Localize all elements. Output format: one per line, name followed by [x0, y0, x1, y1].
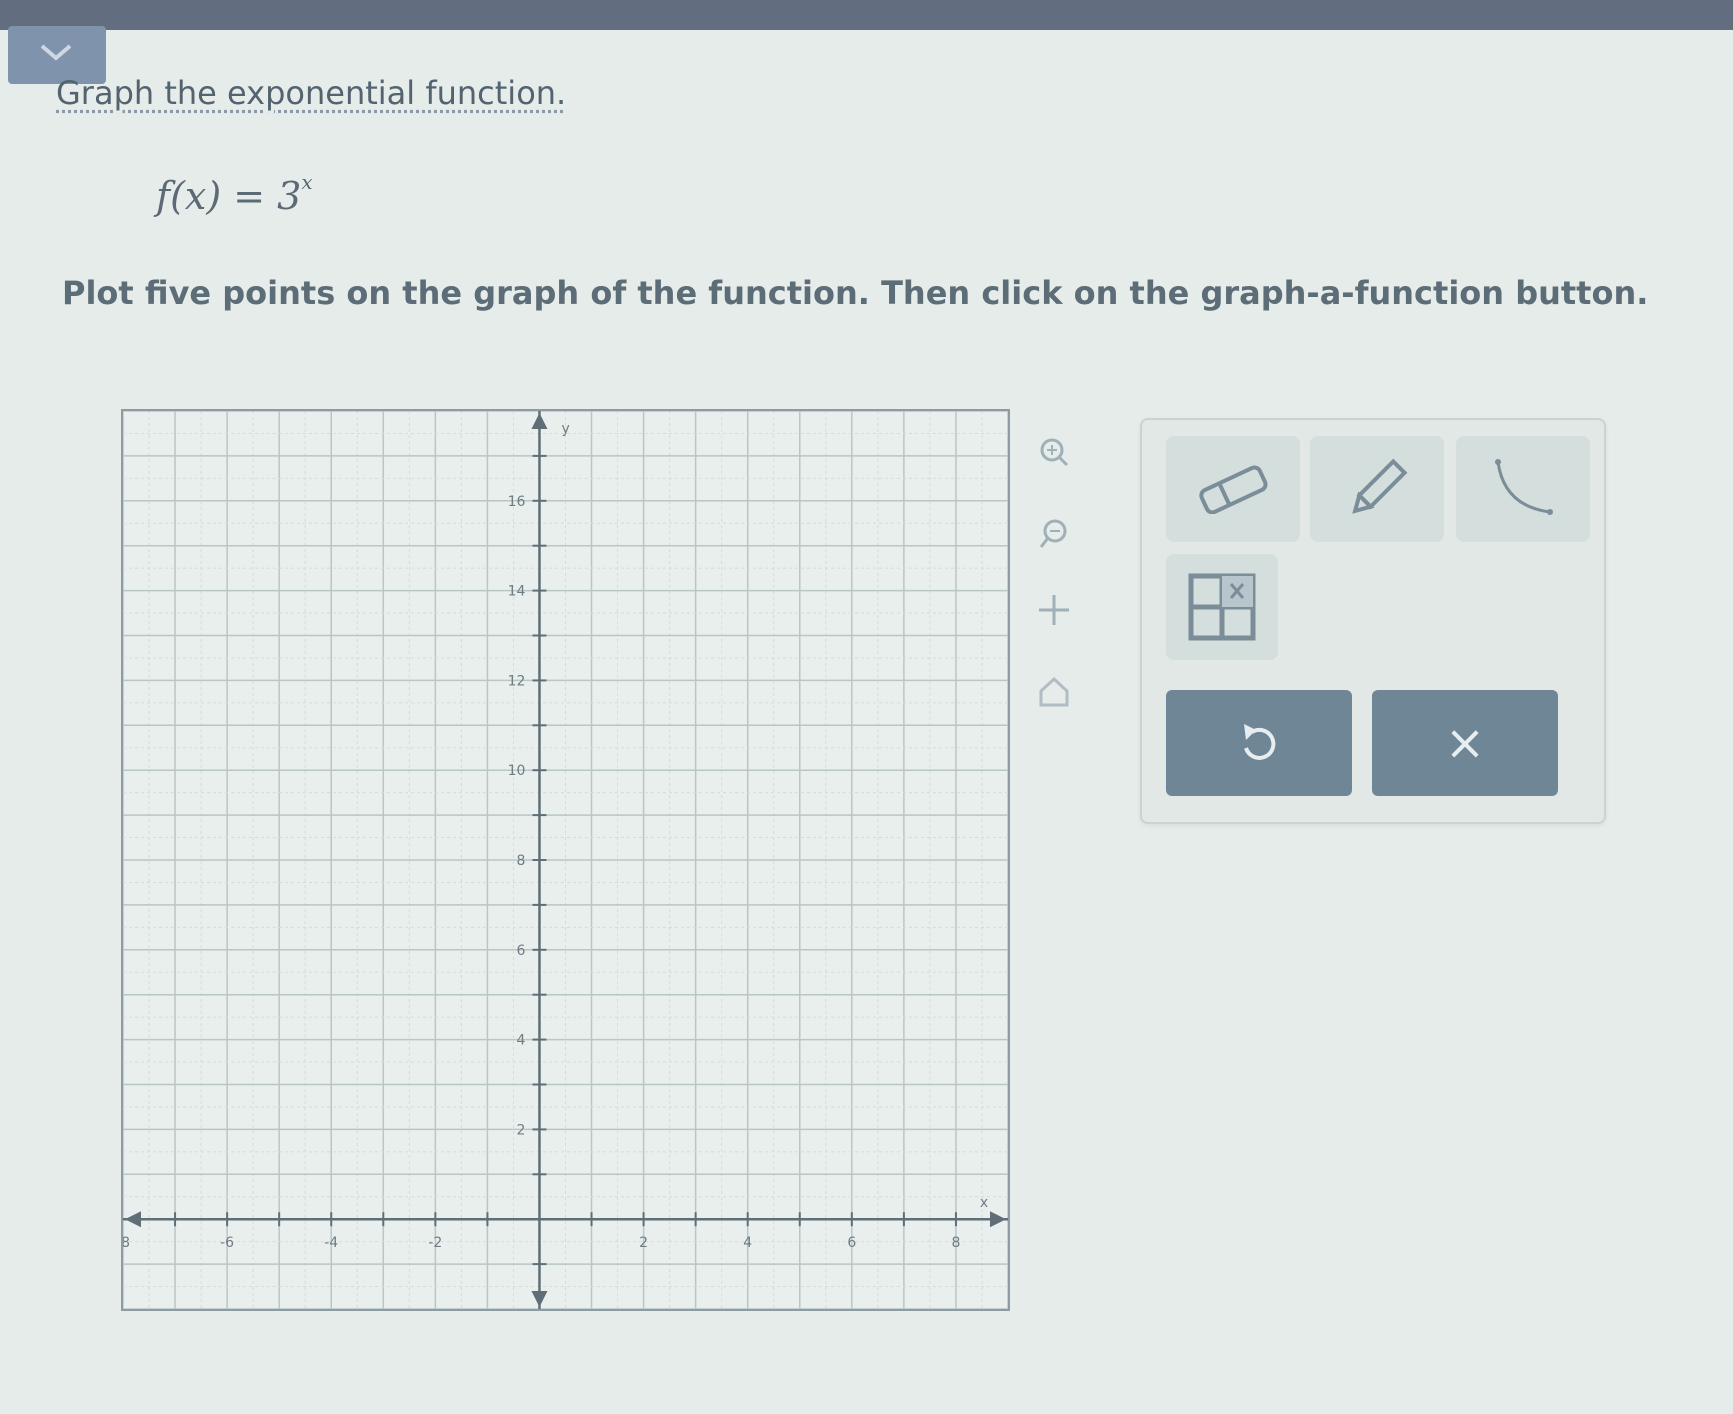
graph-function-button[interactable] — [1456, 436, 1590, 542]
pencil-tool-button[interactable] — [1310, 436, 1444, 542]
x-tick-label: 6 — [847, 1235, 856, 1251]
x-tick-label: -4 — [324, 1235, 338, 1251]
pencil-icon — [1352, 458, 1408, 514]
y-tick-label: 14 — [508, 584, 526, 600]
function-name: f — [156, 174, 171, 218]
y-tick-label: 2 — [517, 1122, 526, 1138]
x-tick-label: -2 — [428, 1235, 442, 1251]
zoom-in-icon[interactable] — [1034, 432, 1074, 472]
y-axis-down-arrow — [531, 1291, 548, 1307]
top-bar — [0, 0, 1733, 30]
move-icon[interactable] — [1034, 590, 1074, 630]
exponent: x — [301, 170, 313, 195]
x-axis-left-arrow — [125, 1211, 141, 1228]
y-axis-up-arrow — [531, 413, 548, 429]
x-axis-right-arrow — [990, 1211, 1006, 1228]
coordinate-grid[interactable]: 16 14 12 10 8 6 4 2 -8 -6 -4 -2 2 4 6 8 y x — [123, 411, 1008, 1309]
instruction-text: Plot five points on the graph of the fun… — [62, 274, 1649, 312]
question-prompt: Graph the exponential function. — [56, 74, 567, 112]
zoom-out-icon[interactable] — [1034, 514, 1074, 554]
table-icon — [1188, 573, 1256, 641]
x-tick-label: -8 — [123, 1235, 130, 1251]
x-tick-label: 4 — [743, 1235, 752, 1251]
undo-button[interactable] — [1166, 690, 1352, 796]
y-tick-label: 10 — [508, 763, 526, 779]
graph-tool-panel: × — [1140, 418, 1606, 824]
y-tick-label: 16 — [508, 494, 526, 510]
function-equation: f(x) = 3x — [156, 170, 313, 218]
curve-icon — [1495, 459, 1553, 515]
x-axis-label: x — [980, 1195, 988, 1211]
exponent-base: 3 — [277, 174, 302, 218]
y-tick-label: 12 — [508, 673, 526, 689]
x-tick-label: 8 — [951, 1235, 960, 1251]
undo-icon — [1244, 724, 1276, 760]
y-tick-label: 6 — [517, 943, 526, 959]
y-axis-label: y — [561, 421, 569, 437]
y-tick-label: 4 — [517, 1033, 526, 1049]
eraser-icon — [1199, 465, 1268, 514]
table-tool-button[interactable] — [1166, 554, 1278, 660]
home-icon[interactable] — [1034, 672, 1074, 712]
function-variable: x — [184, 174, 207, 218]
close-icon: × — [1444, 715, 1486, 771]
graph-area[interactable]: 16 14 12 10 8 6 4 2 -8 -6 -4 -2 2 4 6 8 y x — [121, 409, 1010, 1311]
y-tick-label: 8 — [517, 853, 526, 869]
x-tick-label: 2 — [639, 1235, 648, 1251]
clear-button[interactable]: × — [1372, 690, 1558, 796]
x-tick-label: -6 — [220, 1235, 234, 1251]
eraser-tool-button[interactable] — [1166, 436, 1300, 542]
chevron-down-icon — [40, 44, 72, 61]
